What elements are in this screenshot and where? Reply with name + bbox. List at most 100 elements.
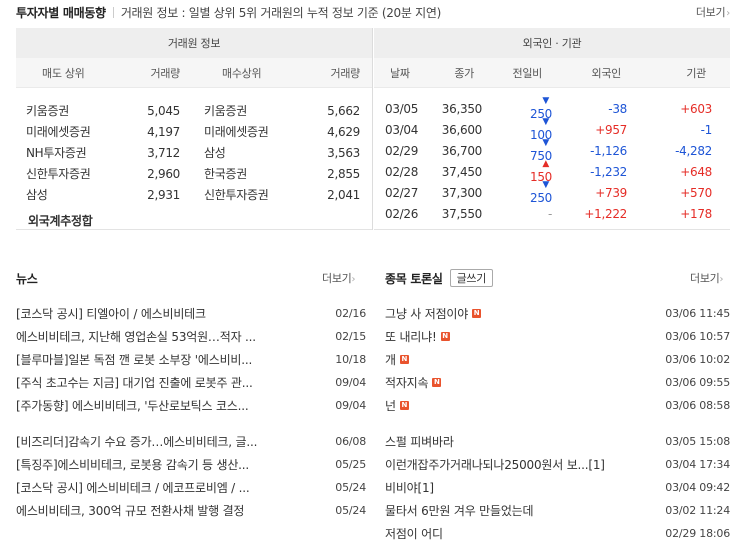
news-item[interactable]: [코스닥 공시] 에스비비테크 / 에코프로비엠 / ... 05/24	[16, 476, 366, 499]
sell-broker-name[interactable]: 신한투자증권	[16, 165, 108, 182]
news-headline-link[interactable]: 에스비비테크, 지난해 영업손실 53억원…적자 ...	[16, 328, 308, 345]
forum-post-title-wrap[interactable]: 비비야[1]	[385, 479, 645, 496]
buy-broker-name[interactable]: 신한투자증권	[180, 186, 292, 203]
forum-post-datetime: 03/06 10:02	[665, 353, 730, 366]
news-date: 05/24	[335, 481, 366, 494]
more-arrow-icon: ›	[351, 274, 356, 285]
sell-broker-name[interactable]: 미래에셋증권	[16, 123, 108, 140]
col-change: 전일비	[512, 66, 543, 80]
forum-post-title-link[interactable]: 또 내리냐!	[385, 328, 437, 345]
news-more-label: 더보기	[322, 272, 352, 285]
news-headline-link[interactable]: [비즈리더]감속기 수요 증가…에스비비테크, 글...	[16, 433, 308, 450]
news-item[interactable]: [주식 초고수는 지금] 대기업 진출에 로봇주 관... 09/04	[16, 371, 366, 394]
foreign-net: +957	[595, 122, 627, 137]
write-post-button[interactable]: 글쓰기	[449, 269, 494, 287]
forum-post-title-wrap[interactable]: 적자지속 N	[385, 374, 645, 391]
news-headline-link[interactable]: 에스비비테크, 300억 규모 전환사채 발행 결정	[16, 502, 308, 519]
news-section-title: 뉴스	[16, 271, 38, 286]
buy-volume: 5,662	[327, 103, 360, 118]
close-price: 36,700	[441, 143, 483, 158]
news-headline-link[interactable]: [주식 초고수는 지금] 대기업 진출에 로봇주 관...	[16, 374, 308, 391]
panel-divider	[372, 28, 373, 230]
new-post-icon: N	[399, 401, 409, 410]
forum-post-title-wrap[interactable]: 또 내리냐! N	[385, 328, 645, 345]
forum-post-title-link[interactable]: 스펄 피벼바라	[385, 433, 454, 450]
news-item[interactable]: [코스닥 공시] 티엘아이 / 에스비비테크 02/16	[16, 302, 366, 325]
buy-volume: 3,563	[327, 145, 360, 160]
sell-broker-name[interactable]: 삼성	[16, 186, 108, 203]
sell-broker-name[interactable]: NH투자증권	[16, 144, 108, 161]
forum-post-title-link[interactable]: 개	[385, 351, 396, 368]
institution-net: +603	[680, 101, 712, 116]
forum-more-link[interactable]: 더보기›	[690, 270, 723, 286]
forum-post-title-wrap[interactable]: 스펄 피벼바라	[385, 433, 645, 450]
sell-broker-name[interactable]: 키움증권	[16, 102, 108, 119]
more-label: 더보기	[695, 6, 726, 19]
forum-post-datetime: 03/02 11:24	[665, 504, 730, 517]
forum-post[interactable]: 적자지속 N 03/06 09:55	[385, 371, 730, 394]
buy-broker-name[interactable]: 한국증권	[180, 165, 292, 182]
news-headline-link[interactable]: [주가동향] 에스비비테크, '두산로보틱스 코스...	[16, 397, 308, 414]
news-item[interactable]: [주가동향] 에스비비테크, '두산로보틱스 코스... 09/04	[16, 394, 366, 417]
broker-row: 키움증권 5,045 키움증권 5,662	[16, 100, 372, 121]
news-item[interactable]: 에스비비테크, 300억 규모 전환사채 발행 결정 05/24	[16, 499, 366, 522]
news-headline-link[interactable]: [블루마블]일본 독점 깬 로봇 소부장 '에스비비...	[16, 351, 308, 368]
institution-net: +648	[680, 164, 712, 179]
forum-post-title-link[interactable]: 그냥 사 저점이야	[385, 305, 468, 322]
forum-post-title-wrap[interactable]: 저점이 어디	[385, 525, 645, 542]
price-change-value: 250	[529, 190, 552, 205]
forum-post-title-wrap[interactable]: 개N	[385, 351, 645, 368]
forum-post[interactable]: 넌 N 03/06 08:58	[385, 394, 730, 417]
broker-info-description: 거래원 정보 : 일별 상위 5위 거래원의 누적 정보 기준 (20분 지연)	[120, 5, 442, 20]
new-post-icon: N	[432, 378, 442, 387]
investor-trend-more-link[interactable]: 더보기›	[696, 4, 730, 20]
forum-post-datetime: 03/05 15:08	[665, 435, 730, 448]
forum-post-title-link[interactable]: 물타서 6만원 겨우 만들었는데	[385, 502, 534, 519]
broker-info-column-header: 매도 상위 거래량 매수상위 거래량	[16, 58, 372, 88]
forum-post[interactable]: 이런개잡주가거래나되나25000원서 보...[1] 03/04 17:34	[385, 453, 730, 476]
forum-post[interactable]: 비비야[1] 03/04 09:42	[385, 476, 730, 499]
forum-post[interactable]: 그냥 사 저점이야 N 03/06 11:45	[385, 302, 730, 325]
news-item[interactable]: [특징주]에스비비테크, 로봇용 감속기 등 생산... 05/25	[16, 453, 366, 476]
sell-volume: 4,197	[147, 124, 180, 139]
forum-post[interactable]: 물타서 6만원 겨우 만들었는데 03/02 11:24	[385, 499, 730, 522]
news-headline-link[interactable]: [특징주]에스비비테크, 로봇용 감속기 등 생산...	[16, 456, 308, 473]
forum-post[interactable]: 또 내리냐! N 03/06 10:57	[385, 325, 730, 348]
foreign-institution-column-header: 날짜 종가 전일비 외국인 기관	[374, 58, 730, 88]
forum-post[interactable]: 개 N 03/06 10:02	[385, 348, 730, 371]
trade-date: 02/29	[385, 143, 419, 158]
forum-post-title-link[interactable]: 적자지속	[385, 374, 429, 391]
header-separator	[112, 6, 114, 18]
col-date: 날짜	[390, 66, 410, 80]
more-arrow-icon: ›	[719, 274, 724, 285]
forum-post-title-wrap[interactable]: 넌N	[385, 397, 645, 414]
col-foreign: 외국인	[591, 66, 622, 80]
forum-list: 그냥 사 저점이야 N 03/06 11:45 또 내리냐! N 03/06 10:57 개…	[385, 302, 730, 545]
news-date: 09/04	[335, 376, 366, 389]
forum-more-label: 더보기	[690, 272, 720, 285]
forum-post[interactable]: 스펄 피벼바라 03/05 15:08	[385, 430, 730, 453]
news-item[interactable]: [비즈리더]감속기 수요 증가…에스비비테크, 글... 06/08	[16, 430, 366, 453]
buy-broker-name[interactable]: 키움증권	[180, 102, 292, 119]
forum-post-title-wrap[interactable]: 이런개잡주가거래나되나25000원서 보...[1]	[385, 456, 645, 473]
forum-post[interactable]: 저점이 어디 02/29 18:06	[385, 522, 730, 545]
forum-post-title-link[interactable]: 넌	[385, 397, 396, 414]
forum-post-title-link[interactable]: 저점이 어디	[385, 525, 443, 542]
news-item[interactable]: 에스비비테크, 지난해 영업손실 53억원…적자 ... 02/15	[16, 325, 366, 348]
news-headline-link[interactable]: [코스닥 공시] 에스비비테크 / 에코프로비엠 / ...	[16, 479, 308, 496]
buy-broker-name[interactable]: 삼성	[180, 144, 292, 161]
forum-post-title-wrap[interactable]: 물타서 6만원 겨우 만들었는데	[385, 502, 645, 519]
foreign-net: +1,222	[584, 206, 627, 221]
news-item[interactable]: [블루마블]일본 독점 깬 로봇 소부장 '에스비비... 10/18	[16, 348, 366, 371]
foreign-institution-caption: 외국인 · 기관	[374, 28, 730, 58]
price-change: -	[482, 207, 552, 221]
news-headline-link[interactable]: [코스닥 공시] 티엘아이 / 에스비비테크	[16, 305, 308, 322]
foreign-net: -38	[608, 101, 627, 116]
broker-row: 삼성 2,931 신한투자증권 2,041	[16, 184, 372, 205]
news-more-link[interactable]: 더보기›	[322, 270, 355, 286]
forum-post-title-wrap[interactable]: 그냥 사 저점이야 N	[385, 305, 645, 322]
buy-broker-name[interactable]: 미래에셋증권	[180, 123, 292, 140]
forum-post-title-link[interactable]: 이런개잡주가거래나되나25000원서 보...[1]	[385, 456, 605, 473]
news-date: 02/15	[335, 330, 366, 343]
forum-post-title-link[interactable]: 비비야[1]	[385, 479, 434, 496]
